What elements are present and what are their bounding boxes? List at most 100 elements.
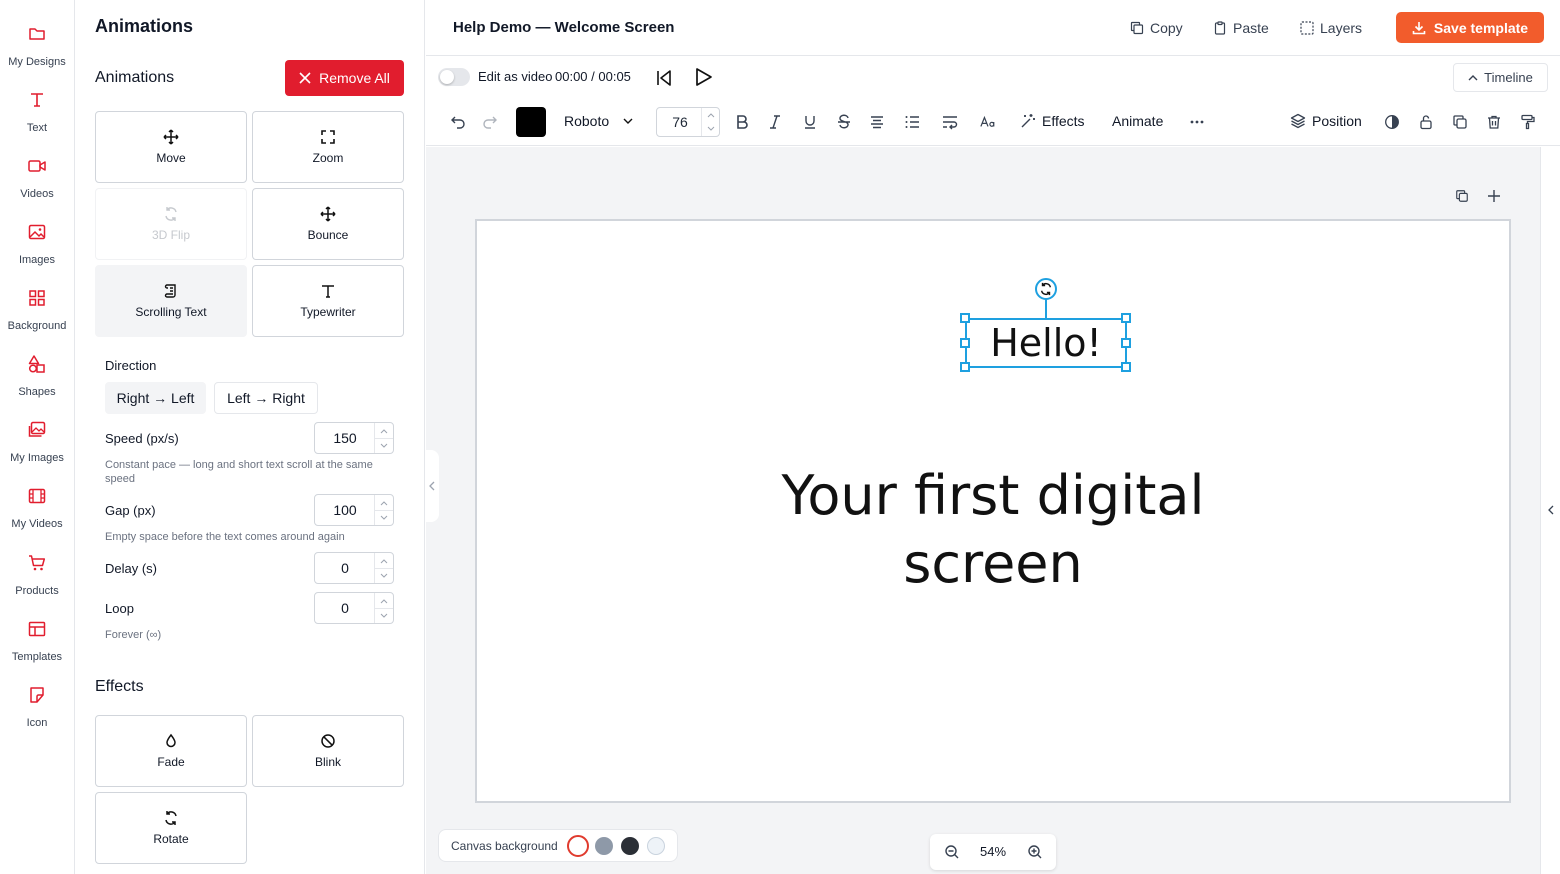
- undo-icon: [451, 116, 465, 129]
- resize-handle-right[interactable]: [1121, 338, 1131, 348]
- decrement-button[interactable]: [702, 122, 719, 136]
- animate-button[interactable]: Animate: [1112, 113, 1163, 129]
- copy-button[interactable]: Copy: [1130, 18, 1183, 38]
- effect-tile-blink[interactable]: Blink: [252, 715, 404, 787]
- selected-text-element[interactable]: Hello!: [965, 318, 1127, 368]
- layers-button[interactable]: Layers: [1300, 18, 1362, 38]
- sidebar-item-images[interactable]: Images: [0, 218, 74, 278]
- redo-button[interactable]: [481, 113, 499, 131]
- resize-handle-bottom-right[interactable]: [1121, 362, 1131, 372]
- duplicate-button[interactable]: [1451, 113, 1469, 131]
- loop-value[interactable]: 0: [315, 593, 375, 623]
- edit-as-video-toggle[interactable]: [438, 68, 470, 86]
- increment-button[interactable]: [375, 593, 393, 608]
- direction-right-to-left-button[interactable]: Right → Left: [105, 382, 206, 414]
- sidebar-item-text[interactable]: Text: [0, 86, 74, 146]
- sidebar-item-icon[interactable]: Icon: [0, 681, 74, 741]
- underline-button[interactable]: [801, 113, 819, 131]
- increment-button[interactable]: [375, 423, 393, 438]
- sidebar-item-videos[interactable]: Videos: [0, 152, 74, 212]
- opacity-button[interactable]: [1383, 113, 1401, 131]
- animation-tile-3d-flip[interactable]: 3D Flip: [95, 188, 247, 260]
- speed-stepper[interactable]: 150: [314, 422, 394, 454]
- effect-tile-fade[interactable]: Fade: [95, 715, 247, 787]
- sidebar-item-background[interactable]: Background: [0, 284, 74, 344]
- text-case-button[interactable]: [979, 113, 997, 131]
- add-page-button[interactable]: [1485, 187, 1503, 205]
- decrement-button[interactable]: [375, 568, 393, 583]
- position-button[interactable]: Position: [1290, 113, 1362, 129]
- shapes-icon: [28, 355, 45, 373]
- zoom-in-icon[interactable]: [1027, 844, 1043, 860]
- clipboard-icon: [1214, 21, 1226, 35]
- collapse-panel-button[interactable]: [425, 450, 439, 522]
- animation-tile-move[interactable]: Move: [95, 111, 247, 183]
- undo-button[interactable]: [449, 113, 467, 131]
- timeline-button[interactable]: Timeline: [1453, 63, 1548, 92]
- format-painter-button[interactable]: [1519, 113, 1537, 131]
- resize-handle-top-right[interactable]: [1121, 313, 1131, 323]
- delete-button[interactable]: [1485, 113, 1503, 131]
- italic-button[interactable]: [766, 113, 784, 131]
- duplicate-page-button[interactable]: [1453, 187, 1471, 205]
- bg-color-light-swatch[interactable]: [647, 837, 665, 855]
- bg-color-dark-swatch[interactable]: [621, 837, 639, 855]
- speed-value[interactable]: 150: [315, 423, 375, 453]
- rotation-handle[interactable]: [1035, 278, 1057, 300]
- font-family-select[interactable]: Roboto: [564, 113, 633, 129]
- decrement-button[interactable]: [375, 438, 393, 453]
- tile-label: Blink: [314, 755, 341, 769]
- remove-all-button[interactable]: Remove All: [285, 60, 404, 96]
- align-center-button[interactable]: [868, 113, 886, 131]
- animation-tile-bounce[interactable]: Bounce: [252, 188, 404, 260]
- animation-tile-zoom[interactable]: Zoom: [252, 111, 404, 183]
- skip-to-start-button[interactable]: [654, 68, 674, 88]
- strikethrough-button[interactable]: [835, 113, 853, 131]
- gap-value[interactable]: 100: [315, 495, 375, 525]
- decrement-button[interactable]: [375, 608, 393, 623]
- save-template-button[interactable]: Save template: [1396, 12, 1544, 43]
- lock-button[interactable]: [1417, 113, 1435, 131]
- sidebar-item-my-videos[interactable]: My Videos: [0, 482, 74, 542]
- text-color-swatch[interactable]: [516, 107, 546, 137]
- loop-stepper[interactable]: 0: [314, 592, 394, 624]
- direction-left-to-right-button[interactable]: Left → Right: [214, 382, 318, 414]
- loop-label: Loop: [105, 601, 134, 616]
- sidebar-item-shapes[interactable]: Shapes: [0, 350, 74, 410]
- bold-button[interactable]: [733, 113, 751, 131]
- delay-value[interactable]: 0: [315, 553, 375, 583]
- effects-button[interactable]: Effects: [1020, 113, 1085, 129]
- right-panel-toggle[interactable]: [1540, 147, 1560, 874]
- headline-text-element[interactable]: Your first digital screen: [760, 462, 1226, 598]
- font-size-value[interactable]: 76: [657, 108, 703, 136]
- animation-tile-typewriter[interactable]: Typewriter: [252, 265, 404, 337]
- bg-color-white-swatch[interactable]: [567, 835, 589, 857]
- edit-as-video-label: Edit as video: [478, 69, 553, 84]
- list-button[interactable]: [903, 113, 921, 131]
- sidebar-item-label: Templates: [11, 651, 63, 663]
- font-size-stepper[interactable]: 76: [656, 107, 720, 137]
- text-wrap-button[interactable]: [941, 113, 959, 131]
- sidebar-item-my-designs[interactable]: My Designs: [0, 20, 74, 80]
- play-button[interactable]: [692, 66, 714, 88]
- resize-handle-left[interactable]: [960, 338, 970, 348]
- paste-button[interactable]: Paste: [1213, 18, 1269, 38]
- decrement-button[interactable]: [375, 510, 393, 525]
- chevron-up-icon: [380, 428, 388, 433]
- gap-stepper[interactable]: 100: [314, 494, 394, 526]
- bg-color-gray-swatch[interactable]: [595, 837, 613, 855]
- resize-handle-bottom-left[interactable]: [960, 362, 970, 372]
- increment-button[interactable]: [375, 495, 393, 510]
- effect-tile-rotate[interactable]: Rotate: [95, 792, 247, 864]
- increment-button[interactable]: [375, 553, 393, 568]
- delay-stepper[interactable]: 0: [314, 552, 394, 584]
- sidebar-item-my-images[interactable]: My Images: [0, 416, 74, 476]
- more-options-button[interactable]: [1188, 113, 1206, 131]
- increment-button[interactable]: [702, 108, 719, 122]
- sidebar-item-products[interactable]: Products: [0, 549, 74, 609]
- sidebar-item-templates[interactable]: Templates: [0, 615, 74, 675]
- resize-handle-top-left[interactable]: [960, 313, 970, 323]
- layers-stack-icon: [1290, 113, 1306, 129]
- animation-tile-scrolling-text[interactable]: Scrolling Text: [95, 265, 247, 337]
- zoom-out-icon[interactable]: [944, 844, 960, 860]
